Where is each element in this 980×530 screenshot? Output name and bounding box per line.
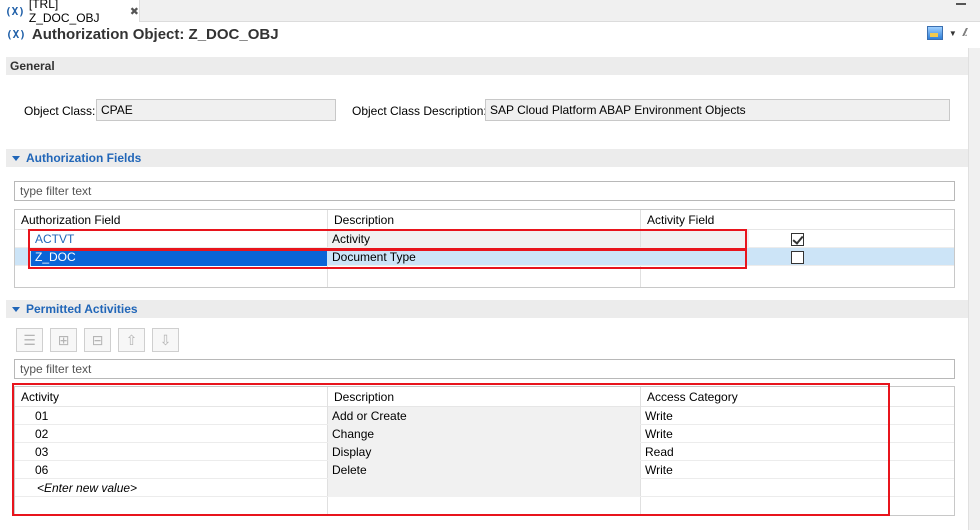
chevron-down-icon[interactable]: ▼ xyxy=(949,29,957,38)
activity-field-cell xyxy=(641,230,749,248)
authorization-object-icon: (X) xyxy=(5,4,25,18)
table-row[interactable]: ACTVT Activity xyxy=(15,230,954,248)
table-row[interactable]: 02 Change Write xyxy=(15,425,954,443)
activity-cell[interactable]: 06 xyxy=(31,461,327,479)
access-category-cell[interactable]: Write xyxy=(641,425,881,443)
editor-tab-strip: (X) [TRL] Z_DOC_OBJ ✖ xyxy=(0,0,980,25)
activity-cell[interactable]: 02 xyxy=(31,425,327,443)
general-section-title: General xyxy=(10,59,55,73)
editor-toolbar: ▼ //. xyxy=(926,26,968,40)
table-row[interactable]: 06 Delete Write xyxy=(15,461,954,479)
description-cell: Add or Create xyxy=(328,407,640,425)
authorization-fields-table: Authorization Field Description Activity… xyxy=(14,209,955,288)
export-image-icon[interactable] xyxy=(926,26,943,40)
description-cell xyxy=(328,479,640,497)
column-header-activity[interactable]: Activity xyxy=(15,387,59,407)
table-row-new[interactable]: <Enter new value> xyxy=(15,479,954,497)
vertical-scrollbar[interactable] xyxy=(968,48,980,530)
permitted-activities-filter-input[interactable]: type filter text xyxy=(14,359,955,379)
permitted-activities-toolbar: ☰ ⊞ ⊟ ⇧ ⇩ xyxy=(16,328,179,352)
authorization-object-icon: (X) xyxy=(6,27,26,41)
activity-cell[interactable]: 01 xyxy=(31,407,327,425)
table-row[interactable]: 01 Add or Create Write xyxy=(15,407,954,425)
column-header-access-category[interactable]: Access Category xyxy=(641,387,738,407)
permitted-activities-title: Permitted Activities xyxy=(26,302,138,316)
access-category-cell[interactable]: Write xyxy=(641,407,881,425)
authorization-fields-filter-input[interactable]: type filter text xyxy=(14,181,955,201)
collapse-triangle-icon[interactable] xyxy=(12,155,20,161)
column-header-description[interactable]: Description xyxy=(328,210,394,230)
general-section-header: General xyxy=(6,57,968,75)
permitted-activities-table: Activity Description Access Category 01 … xyxy=(14,386,955,516)
authorization-fields-title: Authorization Fields xyxy=(26,151,142,165)
column-header-description[interactable]: Description xyxy=(328,387,394,407)
permitted-activities-section-header[interactable]: Permitted Activities xyxy=(6,300,968,318)
authorization-fields-section-header[interactable]: Authorization Fields xyxy=(6,149,968,167)
column-header-activity-field[interactable]: Activity Field xyxy=(641,210,714,230)
editor-header: (X) Authorization Object: Z_DOC_OBJ xyxy=(0,22,980,46)
description-cell: Document Type xyxy=(332,250,416,264)
access-category-cell[interactable]: Read xyxy=(641,443,881,461)
activity-field-checkbox[interactable] xyxy=(791,251,804,264)
new-value-cell[interactable]: <Enter new value> xyxy=(33,479,327,497)
object-class-description-label: Object Class Description: xyxy=(352,104,487,118)
description-cell: Delete xyxy=(328,461,640,479)
description-cell: Display xyxy=(328,443,640,461)
move-down-icon[interactable]: ⇩ xyxy=(152,328,179,352)
activity-field-checkbox[interactable] xyxy=(791,233,804,246)
collapse-triangle-icon[interactable] xyxy=(12,306,20,312)
move-up-icon[interactable]: ⇧ xyxy=(118,328,145,352)
table-row[interactable]: Z_DOC Document Type xyxy=(15,248,954,266)
insert-icon[interactable]: ⊞ xyxy=(50,328,77,352)
authorization-field-cell[interactable]: Z_DOC xyxy=(31,248,327,266)
close-icon[interactable]: ✖ xyxy=(130,5,139,18)
remove-icon[interactable]: ⊟ xyxy=(84,328,111,352)
table-header: Authorization Field Description Activity… xyxy=(15,210,954,230)
authorization-field-cell[interactable]: ACTVT xyxy=(31,230,327,248)
table-row-empty xyxy=(15,266,954,284)
page-title: Authorization Object: Z_DOC_OBJ xyxy=(31,25,279,43)
table-row[interactable]: 03 Display Read xyxy=(15,443,954,461)
table-header: Activity Description Access Category xyxy=(15,387,954,407)
object-class-field[interactable]: CPAE xyxy=(96,99,336,121)
table-row-empty xyxy=(15,497,954,515)
editor-tab[interactable]: (X) [TRL] Z_DOC_OBJ ✖ xyxy=(0,0,140,25)
column-header-authorization-field[interactable]: Authorization Field xyxy=(15,210,120,230)
add-icon[interactable]: ☰ xyxy=(16,328,43,352)
activity-cell[interactable]: 03 xyxy=(31,443,327,461)
more-options-icon[interactable]: //. xyxy=(963,27,968,39)
description-cell: Activity xyxy=(328,230,640,248)
description-cell: Change xyxy=(328,425,640,443)
access-category-cell[interactable]: Write xyxy=(641,461,881,479)
object-class-description-field[interactable]: SAP Cloud Platform ABAP Environment Obje… xyxy=(485,99,950,121)
object-class-label: Object Class: xyxy=(24,104,96,118)
minimize-icon[interactable] xyxy=(956,3,966,5)
